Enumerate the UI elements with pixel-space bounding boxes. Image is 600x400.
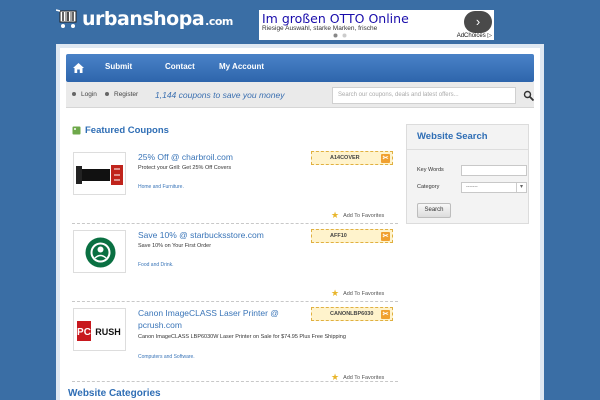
- ad-title[interactable]: Im großen OTTO Online: [262, 11, 409, 26]
- store-logo-starbucks[interactable]: [73, 230, 126, 273]
- tag-icon: [72, 126, 81, 135]
- register-link[interactable]: Register: [105, 91, 138, 98]
- keywords-field[interactable]: [461, 165, 527, 176]
- star-icon: ★: [331, 288, 340, 298]
- scissors-icon: ✂: [381, 310, 390, 319]
- shopping-cart-icon: [56, 9, 77, 28]
- add-to-favorites[interactable]: ★ Add To Favorites: [331, 372, 384, 383]
- store-logo-pcrush[interactable]: PC RUSH: [73, 308, 126, 351]
- coupon-code[interactable]: AFF10 ✂: [311, 229, 393, 243]
- category-label: Category: [417, 184, 440, 190]
- add-to-favorites[interactable]: ★ Add To Favorites: [331, 288, 384, 299]
- star-icon: ★: [331, 210, 340, 220]
- svg-text:PC: PC: [77, 327, 91, 338]
- main-nav: Submit Contact My Account: [66, 54, 534, 82]
- coupon-category[interactable]: Computers and Software.: [138, 354, 195, 360]
- carousel-dots: [333, 33, 347, 38]
- scissors-icon: ✂: [381, 154, 390, 163]
- ad-subtitle: Riesige Auswahl, starke Marken, frische: [262, 25, 378, 32]
- coupon-category[interactable]: Food and Drink.: [138, 262, 174, 268]
- login-link[interactable]: Login: [72, 91, 97, 98]
- featured-coupons-heading: Featured Coupons: [72, 125, 169, 136]
- divider: [407, 149, 528, 150]
- search-input[interactable]: Search our coupons, deals and latest off…: [332, 87, 516, 104]
- home-icon[interactable]: [73, 63, 84, 73]
- coupon-title[interactable]: Canon ImageCLASS Laser Printer @ pcrush.…: [138, 307, 308, 331]
- coupon-item: 25% Off @ charbroil.com Protect your Gri…: [72, 146, 398, 224]
- coupon-description: Canon ImageCLASS LBP6030W Laser Printer …: [138, 334, 346, 340]
- sidebar-heading: Website Search: [417, 131, 488, 142]
- coupon-count-tagline: 1,144 coupons to save you money: [155, 90, 285, 100]
- star-icon: ★: [331, 372, 340, 382]
- logo-text: urbanshopa.com: [82, 8, 233, 30]
- coupon-item: Save 10% @ starbucksstore.com Save 10% o…: [72, 224, 398, 302]
- nav-item-contact[interactable]: Contact: [165, 62, 195, 71]
- coupon-description: Protect your Grill: Get 25% Off Covers: [138, 165, 232, 171]
- sub-bar: Login Register 1,144 coupons to save you…: [66, 82, 534, 108]
- website-categories-heading: Website Categories: [68, 388, 161, 399]
- coupon-title[interactable]: Save 10% @ starbucksstore.com: [138, 229, 308, 241]
- scissors-icon: ✂: [381, 232, 390, 241]
- coupon-description: Save 10% on Your First Order: [138, 243, 212, 249]
- site-logo[interactable]: urbanshopa.com: [56, 6, 233, 32]
- advertisement[interactable]: Im großen OTTO Online Riesige Auswahl, s…: [259, 10, 494, 40]
- adchoices-label[interactable]: AdChoices ▷: [457, 32, 492, 39]
- search-button[interactable]: Search: [417, 203, 451, 218]
- bullet-icon: [72, 92, 76, 97]
- chevron-right-icon[interactable]: ›: [464, 11, 492, 33]
- category-select[interactable]: ------- ▾: [461, 182, 527, 193]
- coupon-category[interactable]: Home and Furniture.: [138, 184, 184, 190]
- bullet-icon: [105, 92, 109, 97]
- website-search-panel: Website Search Key Words Category ------…: [406, 124, 529, 224]
- search-icon[interactable]: [523, 90, 534, 101]
- nav-item-my-account[interactable]: My Account: [219, 62, 264, 71]
- keywords-label: Key Words: [417, 167, 444, 173]
- chevron-down-icon: ▾: [516, 183, 526, 192]
- store-logo-charbroil[interactable]: [73, 152, 126, 195]
- nav-item-submit[interactable]: Submit: [105, 62, 132, 71]
- coupon-code[interactable]: CANONLBP6030 ✂: [311, 307, 393, 321]
- coupon-code[interactable]: A14COVER ✂: [311, 151, 393, 165]
- main-container: Submit Contact My Account Login Register…: [56, 44, 544, 400]
- coupon-title[interactable]: 25% Off @ charbroil.com: [138, 151, 308, 163]
- coupon-item: PC RUSH Canon ImageCLASS Laser Printer @…: [72, 302, 398, 382]
- site-header: urbanshopa.com Im großen OTTO Online Rie…: [0, 0, 600, 44]
- add-to-favorites[interactable]: ★ Add To Favorites: [331, 210, 384, 221]
- svg-text:RUSH: RUSH: [95, 327, 121, 337]
